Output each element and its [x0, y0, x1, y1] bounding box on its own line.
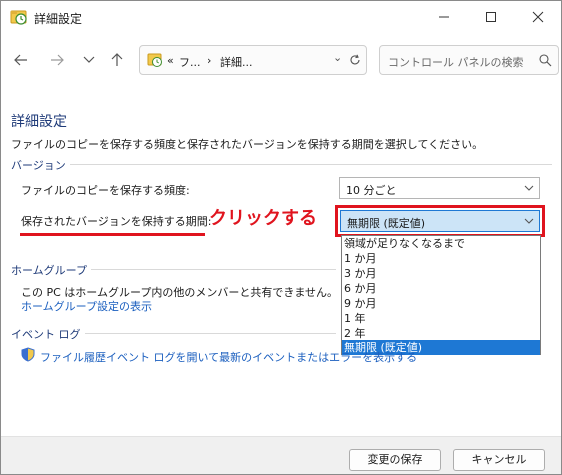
cancel-button[interactable]: キャンセル — [453, 449, 545, 471]
close-icon — [532, 11, 544, 23]
retention-option[interactable]: 3 か月 — [342, 266, 540, 281]
file-history-icon — [10, 8, 28, 29]
retention-select[interactable]: 無期限 (既定値) — [340, 210, 540, 232]
control-panel-icon — [147, 52, 163, 71]
address-bar[interactable]: « フ... › 詳細... ⌄ — [139, 45, 367, 75]
navigation-bar: « フ... › 詳細... ⌄ コントロール パネルの検索 — [1, 41, 561, 77]
annotation-underline — [20, 233, 205, 236]
retention-option[interactable]: 2 年 — [342, 326, 540, 341]
breadcrumb-item-1[interactable]: フ... — [179, 54, 201, 70]
shield-icon — [21, 347, 35, 365]
breadcrumb-item-2[interactable]: 詳細... — [220, 54, 253, 70]
event-log-link[interactable]: ファイル履歴イベント ログを開いて最新のイベントまたはエラーを表示する — [40, 349, 417, 365]
maximize-icon — [486, 12, 496, 22]
title-bar: 詳細設定 — [1, 1, 561, 33]
versions-group-label: バージョン — [11, 157, 70, 173]
retention-option[interactable]: 領域が足りなくなるまで — [342, 236, 540, 251]
address-overflow[interactable]: « — [167, 54, 174, 67]
versions-divider — [11, 164, 552, 165]
refresh-icon[interactable] — [349, 54, 361, 69]
chevron-down-icon — [524, 214, 534, 231]
arrow-up-icon — [111, 53, 123, 66]
page-title: 詳細設定 — [11, 114, 67, 130]
frequency-select[interactable]: 10 分ごと — [339, 177, 540, 199]
page-description: ファイルのコピーを保存する頻度と保存されたバージョンを保持する期間を選択してくだ… — [11, 138, 484, 151]
search-icon[interactable] — [539, 54, 552, 70]
search-box[interactable]: コントロール パネルの検索 — [379, 45, 559, 75]
save-changes-button[interactable]: 変更の保存 — [349, 449, 441, 471]
footer-bar: 変更の保存 キャンセル — [1, 436, 561, 474]
breadcrumb-separator: › — [207, 54, 212, 67]
retention-option[interactable]: 6 か月 — [342, 281, 540, 296]
back-button[interactable] — [11, 51, 31, 69]
search-placeholder[interactable]: コントロール パネルの検索 — [388, 54, 524, 70]
maximize-button[interactable] — [468, 1, 514, 33]
retention-dropdown-list: 領域が足りなくなるまで 1 か月 3 か月 6 か月 9 か月 1 年 2 年 … — [341, 235, 541, 355]
up-button[interactable] — [107, 51, 127, 69]
retention-option[interactable]: 9 か月 — [342, 296, 540, 311]
forward-button[interactable] — [47, 51, 67, 69]
frequency-label: ファイルのコピーを保存する頻度: — [21, 184, 190, 197]
retention-label: 保存されたバージョンを保持する期間: — [21, 215, 212, 228]
retention-option[interactable]: 1 か月 — [342, 251, 540, 266]
frequency-value: 10 分ごと — [346, 184, 397, 197]
advanced-settings-window: 詳細設定 « フ... › 詳細... ⌄ コントロール パネルの検索 詳細設定… — [0, 0, 562, 475]
homegroup-settings-link[interactable]: ホームグループ設定の表示 — [21, 298, 152, 314]
address-dropdown-icon[interactable]: ⌄ — [333, 51, 342, 64]
minimize-icon — [439, 16, 449, 18]
close-button[interactable] — [515, 1, 561, 33]
retention-option[interactable]: 1 年 — [342, 311, 540, 326]
arrow-left-icon — [14, 54, 27, 66]
recent-locations-button[interactable] — [79, 51, 99, 69]
arrow-right-icon — [51, 54, 64, 66]
chevron-down-icon — [524, 181, 534, 198]
homegroup-group-label: ホームグループ — [11, 262, 92, 278]
window-title: 詳細設定 — [34, 12, 83, 26]
chevron-down-icon — [83, 56, 95, 63]
minimize-button[interactable] — [421, 1, 467, 33]
annotation-click: クリックする — [209, 208, 317, 229]
retention-value: 無期限 (既定値) — [347, 217, 426, 230]
eventlog-group-label: イベント ログ — [11, 326, 85, 342]
